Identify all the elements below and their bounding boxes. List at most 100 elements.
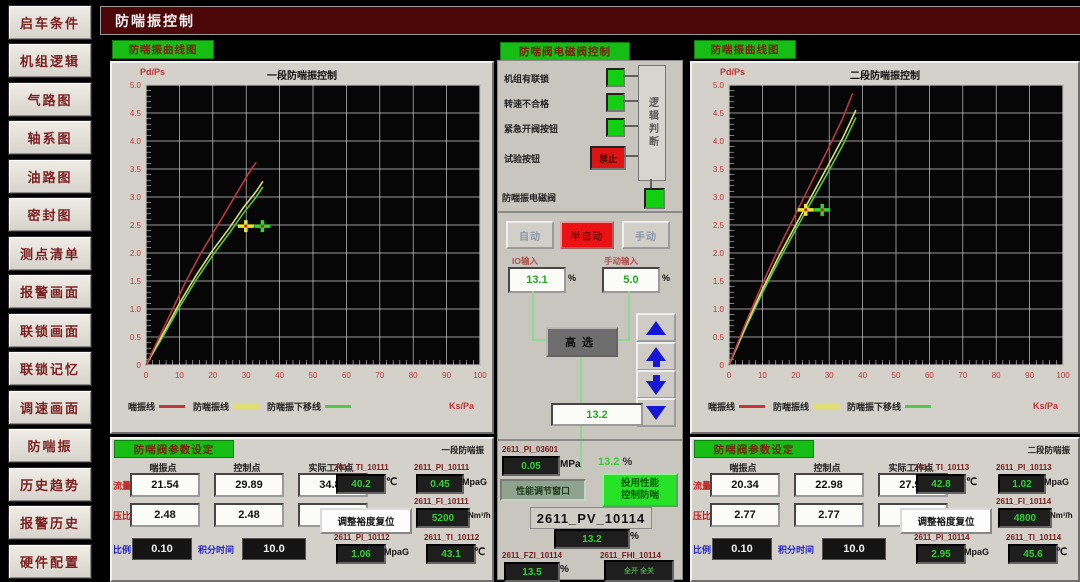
y-axis-label: Pd/Ps [140,67,165,77]
flow-surge-field[interactable]: 20.34 [710,473,780,497]
pid-p-field[interactable]: 0.10 [712,538,772,560]
manual-input-label: 手动输入 [604,255,638,267]
svg-text:80: 80 [992,371,1001,380]
sidebar-item-interlock-memory[interactable]: 联锁记忆 [8,351,92,386]
sidebar-item-seal-diagram[interactable]: 密封图 [8,197,92,232]
tag-unit: ℃ [474,547,485,558]
svg-text:0: 0 [727,371,732,380]
valve-output-unit: % [630,531,639,542]
sidebar-item-point-list[interactable]: 测点清单 [8,236,92,271]
enable-performance-button[interactable]: 投用性能 控制防喘 [602,473,678,507]
signal-line [580,353,582,439]
sidebar-item-unit-logic[interactable]: 机组逻辑 [8,43,92,78]
io-input-field[interactable]: 13.1 [508,267,566,293]
mode-semi-auto-button[interactable]: 半自动 [560,221,614,249]
solenoid-panel: 机组有联锁 转速不合格 紧急开阀按钮 试验按钮 防喘振电磁阀 禁止 逻辑判断 [497,60,683,212]
margin-reset-button[interactable]: 调整裕度复位 [320,508,412,534]
connector-line [623,75,638,77]
legend-swatch-shift [905,405,931,408]
ratio-surge-field[interactable]: 2.77 [710,503,780,527]
legend-swatch-antisurge [813,404,839,409]
tag-value: 45.6 [1008,544,1058,564]
stage-corner-label: 一段防喘振 [441,444,484,456]
sidebar-item-antisurge[interactable]: 防喘振 [8,428,92,463]
signal-line [532,291,534,340]
limit-status-box: 全开 全关 [604,560,674,582]
svg-text:2.5: 2.5 [130,221,142,230]
flow-control-field[interactable]: 22.98 [794,473,864,497]
svg-text:70: 70 [958,371,967,380]
test-button-indicator[interactable]: 禁止 [590,146,626,170]
svg-text:1.5: 1.5 [130,277,142,286]
tag-value: 4800 [998,508,1052,528]
sidebar-item-speed-screen[interactable]: 调速画面 [8,390,92,425]
arrow-stem [653,361,660,367]
flow-surge-field[interactable]: 21.54 [130,473,200,497]
legend-swatch-shift [325,405,351,408]
ratio-control-field[interactable]: 2.77 [794,503,864,527]
performance-window-button[interactable]: 性能调节窗口 [500,479,586,501]
sidebar-item-start-conditions[interactable]: 启车条件 [8,5,92,40]
x-axis-unit: Ks/Pa [449,401,474,411]
ratio-surge-field[interactable]: 2.48 [130,503,200,527]
solenoid-valve-indicator [644,188,665,209]
page-title: 防喘振控制 [100,6,1080,35]
tag-label: 2611_TI_10112 [424,533,479,542]
tag-value: 0.45 [416,474,464,494]
svg-text:20: 20 [208,371,217,380]
pid-p-label: 比例 [113,543,131,556]
sidebar-item-history-trend[interactable]: 历史趋势 [8,467,92,502]
svg-text:10: 10 [758,371,767,380]
arrow-down-icon [646,381,666,395]
sidebar-item-shaft-diagram[interactable]: 轴系图 [8,120,92,155]
flow-control-field[interactable]: 29.89 [214,473,284,497]
arrow-down-icon [646,406,666,420]
sidebar-item-alarm-history[interactable]: 报警历史 [8,505,92,540]
ratio-control-field[interactable]: 2.48 [214,503,284,527]
tag-value: 1.06 [336,544,386,564]
margin-reset-button[interactable]: 调整裕度复位 [900,508,992,534]
pid-i-field[interactable]: 10.0 [242,538,306,560]
svg-text:2.5: 2.5 [713,221,725,230]
position-value: 13.5 [504,562,560,582]
pid-p-field[interactable]: 0.10 [132,538,192,560]
sidebar-item-alarm-screen[interactable]: 报警画面 [8,274,92,309]
legend-label-antisurge: 防喘振线 [773,400,809,413]
svg-text:0: 0 [144,371,149,380]
high-select-button[interactable]: 高选 [546,327,618,357]
step-up-button[interactable] [636,313,676,342]
svg-text:40: 40 [275,371,284,380]
sidebar-item-oil-diagram[interactable]: 油路图 [8,159,92,194]
svg-text:30: 30 [242,371,251,380]
chart-legend: 喘振线 防喘振线 防喘振下移线 Ks/Pa [708,399,1068,413]
svg-text:0.5: 0.5 [713,333,725,342]
chart-panel-stage1: Pd/Ps 一段防喘振控制 01020304050607080901005.04… [110,61,494,434]
performance-panel: 2611_PI_03601 0.05 MPa 13.2 % 性能调节窗口 投用性… [497,440,683,580]
mode-manual-button[interactable]: 手动 [622,221,670,249]
tag-unit: ℃ [1056,547,1067,558]
manual-input-field[interactable]: 5.0 [602,267,660,293]
tag-label: 2611_PI_10111 [414,463,469,472]
pid-p-label: 比例 [693,543,711,556]
svg-text:2.0: 2.0 [713,249,725,258]
ramp-down-button[interactable] [636,370,676,399]
ramp-up-button[interactable] [636,342,676,371]
antisurge-chart-stage1: 01020304050607080901005.04.54.03.53.02.5… [112,79,488,391]
sidebar-item-gas-diagram[interactable]: 气路图 [8,82,92,117]
speed-fail-label: 转速不合格 [504,97,549,110]
pid-i-field[interactable]: 10.0 [822,538,886,560]
interlock-label: 机组有联锁 [504,72,549,85]
sidebar-item-interlock-screen[interactable]: 联锁画面 [8,313,92,348]
signal-line [628,291,630,340]
mode-auto-button[interactable]: 自动 [506,221,554,249]
sidebar-item-hardware-config[interactable]: 硬件配置 [8,544,92,579]
output-value-field: 13.2 [551,403,643,426]
legend-label-antisurge: 防喘振线 [193,400,229,413]
svg-text:100: 100 [1056,371,1070,380]
svg-text:90: 90 [442,371,451,380]
svg-text:3.5: 3.5 [713,165,725,174]
tag-value: 43.1 [426,544,476,564]
tag-label: 2611_PI_10112 [334,533,390,542]
connector-line [623,125,638,127]
connector-line [623,100,638,102]
